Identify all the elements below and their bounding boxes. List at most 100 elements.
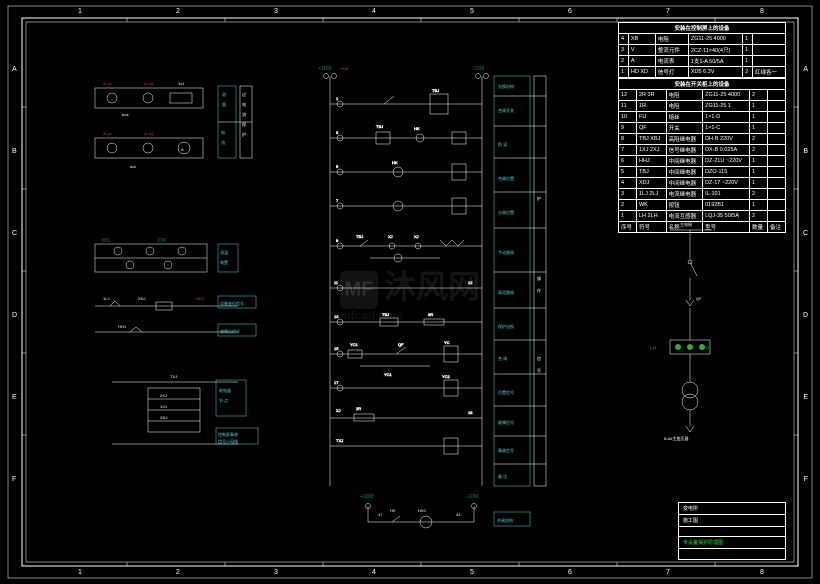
svg-text:TBJ: TBJ (382, 312, 389, 317)
svg-text:合 闸: 合 闸 (498, 355, 507, 361)
svg-text:位置信号: 位置信号 (498, 389, 514, 395)
svg-text:+1DM: +1DM (360, 494, 373, 500)
svg-text:XJ: XJ (388, 234, 393, 239)
svg-text:事故信号: 事故信号 (498, 447, 514, 453)
block-overcurrent-protection: 2LJx 2LJg 1xJ bus 2LJx 2LJg A out 测量 过电 … (95, 81, 252, 169)
svg-text:bus: bus (122, 112, 128, 117)
svg-text:流: 流 (221, 139, 225, 145)
svg-text:XJ: XJ (414, 234, 419, 239)
svg-text:B-6#主变压器: B-6#主变压器 (664, 435, 688, 441)
svg-text:-1DM: -1DM (472, 66, 484, 72)
svg-text:HHJ: HHJ (196, 296, 204, 301)
svg-text:故障信号: 故障信号 (498, 419, 514, 425)
title-block: 变电所 施工图 专设备保护原理图 (678, 502, 786, 560)
svg-text:操: 操 (537, 275, 541, 281)
svg-text:+1DM: +1DM (318, 66, 331, 72)
svg-text:控制屏事故: 控制屏事故 (218, 431, 238, 437)
svg-text:2LJg: 2LJg (144, 81, 153, 86)
svg-text:故障总信号: 故障总信号 (220, 328, 240, 334)
bill-of-materials: 安装在控制屏上的设备 4XB电阻ZG11-25 400013V整流元件2CZ-1… (618, 22, 786, 233)
svg-text:电: 电 (242, 101, 246, 107)
svg-text:12: 12 (468, 280, 473, 285)
svg-text:测温: 测温 (220, 249, 228, 255)
title-org: 变电所 (679, 503, 785, 515)
svg-text:43: 43 (456, 512, 461, 517)
block-closing-coil: +1DM-1DM 4743 HK HXC 合闸机构 (360, 494, 530, 528)
title-drawing: 专设备保护原理图 (679, 537, 785, 549)
svg-text:量: 量 (222, 101, 226, 107)
svg-text:XJ: XJ (336, 408, 341, 413)
block-position-signals: 1LJ XDJ HHJ 设备变位信号 HHJ 故障总信号 (95, 296, 256, 336)
svg-text:合闸位置: 合闸位置 (498, 175, 514, 181)
svg-text:YC2: YC2 (442, 374, 451, 379)
svg-text:5: 5 (336, 164, 339, 169)
svg-text:手动跳闸: 手动跳闸 (498, 249, 514, 255)
svg-text:YC: YC (444, 340, 450, 345)
svg-text:17: 17 (334, 380, 339, 385)
svg-text:作: 作 (537, 287, 541, 293)
svg-text:HK: HK (392, 160, 398, 165)
svg-text:信号小母线: 信号小母线 (218, 438, 238, 444)
svg-text:+KM: +KM (340, 66, 348, 71)
svg-text:信: 信 (537, 355, 541, 361)
svg-text:XDJ: XDJ (138, 296, 146, 301)
title-area (679, 527, 785, 537)
svg-text:1LJ: 1LJ (103, 296, 109, 301)
svg-text:-1DM: -1DM (466, 494, 478, 500)
block-temp-measure: MS DW 测温装置 (95, 238, 238, 272)
svg-text:3R: 3R (428, 312, 433, 317)
svg-text:7: 7 (336, 198, 339, 203)
svg-text:合闸开关: 合闸开关 (498, 107, 514, 113)
svg-text:QF: QF (696, 296, 702, 301)
svg-text:电: 电 (221, 129, 225, 135)
svg-text:备 注: 备 注 (498, 473, 507, 479)
single-line-diagram: 主电网 QF LH2LH B-6#主变压器 (650, 221, 712, 441)
svg-text:合闸机构: 合闸机构 (497, 517, 513, 523)
svg-text:YC1: YC1 (384, 372, 393, 377)
svg-text:过: 过 (242, 91, 246, 97)
svg-text:DW: DW (158, 238, 167, 244)
svg-text:装置: 装置 (220, 259, 228, 265)
svg-text:2XJ: 2XJ (160, 393, 167, 398)
svg-text:流: 流 (242, 111, 246, 117)
block-accident-signal-table: TXJ 2XJ 1XJ XDJ 继电器节 点 控制屏事故 信号小母线 (112, 374, 258, 444)
svg-text:设备变位信号: 设备变位信号 (220, 300, 244, 306)
svg-text:15: 15 (334, 346, 339, 351)
svg-text:TXJ: TXJ (170, 374, 177, 379)
svg-text:HK: HK (414, 126, 420, 131)
svg-text:2LJg: 2LJg (144, 131, 153, 136)
svg-text:18: 18 (468, 410, 473, 415)
svg-text:交换机构: 交换机构 (498, 83, 514, 89)
svg-text:47: 47 (378, 512, 383, 517)
svg-text:节 点: 节 点 (219, 397, 228, 403)
svg-text:TBJ: TBJ (356, 234, 363, 239)
bom-lower-table: 安装在开关柜上的设备 122R 3R电阻ZG11-25 40002111R电阻Z… (618, 78, 786, 233)
svg-text:号: 号 (537, 367, 541, 373)
svg-text:QF: QF (398, 342, 404, 347)
svg-text:YC1: YC1 (350, 342, 359, 347)
svg-text:XDJ: XDJ (160, 415, 168, 420)
svg-text:1XJ: 1XJ (160, 404, 167, 409)
svg-text:继电器: 继电器 (219, 387, 231, 393)
svg-text:防 误: 防 误 (498, 141, 507, 147)
svg-text:高用跳闸: 高用跳闸 (498, 289, 514, 295)
svg-text:MS: MS (102, 238, 110, 244)
svg-text:2R: 2R (356, 406, 361, 411)
bom-upper-table: 安装在控制屏上的设备 4XB电阻ZG11-25 400013V整流元件2CZ-1… (618, 22, 786, 78)
svg-text:3: 3 (336, 130, 339, 135)
center-ladder: +1DM +KM -1DM 交换机构 合闸开关 防 误 合闸位置 分闸位置 手动… (318, 66, 546, 486)
svg-text:测: 测 (222, 91, 226, 97)
svg-text:分闸位置: 分闸位置 (498, 209, 514, 215)
title-stage: 施工图 (679, 515, 785, 527)
svg-text:TBJ: TBJ (376, 124, 383, 129)
svg-text:13: 13 (334, 314, 339, 319)
svg-text:护: 护 (242, 131, 246, 137)
svg-text:1xJ: 1xJ (178, 81, 184, 86)
svg-text:TXJ: TXJ (336, 438, 343, 443)
title-sheet (679, 549, 785, 559)
svg-text:2LJx: 2LJx (103, 131, 111, 136)
svg-text:out: out (130, 164, 136, 169)
svg-text:HHJ: HHJ (118, 324, 126, 329)
svg-text:LH: LH (650, 346, 657, 352)
svg-text:1: 1 (336, 96, 339, 101)
